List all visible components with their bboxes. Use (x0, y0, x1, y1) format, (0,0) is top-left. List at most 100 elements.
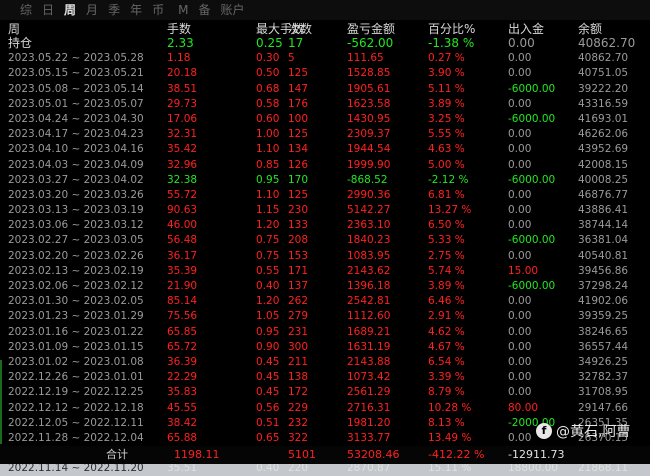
cell-balance: 40008.25 (578, 173, 629, 186)
cell-count: 229 (288, 401, 309, 414)
table-row[interactable]: 2023.05.22 ~ 2023.05.28 1.18 0.30 5 111.65 0.… (0, 51, 650, 66)
tab-1[interactable]: 日 (37, 0, 59, 20)
cell-pnl: 1623.58 (347, 97, 391, 110)
table-row[interactable]: 2023.05.01 ~ 2023.05.07 29.73 0.58 176 1623.… (0, 97, 650, 112)
cell-pnl: 1999.90 (347, 158, 391, 171)
cell-balance: 38246.65 (578, 325, 629, 338)
cell-pnl: 1840.23 (347, 234, 391, 247)
table-row[interactable]: 2023.03.06 ~ 2023.03.12 46.00 1.20 133 2363.… (0, 218, 650, 233)
table-row[interactable]: 2023.02.27 ~ 2023.03.05 56.48 0.75 208 1840.… (0, 233, 650, 248)
cell-week: 2023.02.13 ~ 2023.02.19 (8, 264, 144, 277)
tab-2[interactable]: 周 (59, 0, 81, 20)
cell-pct: 13.27 % (428, 204, 472, 217)
cell-week: 2023.04.17 ~ 2023.04.23 (8, 128, 144, 141)
cell-flow: 0.00 (508, 340, 532, 353)
table-row[interactable]: 2023.02.13 ~ 2023.02.19 35.39 0.55 171 2143.… (0, 264, 650, 279)
table-row[interactable]: 2023.02.06 ~ 2023.02.12 21.90 0.40 137 1396.… (0, 279, 650, 294)
table-row[interactable]: 2023.03.27 ~ 2023.04.02 32.38 0.95 170 -868.… (0, 173, 650, 188)
cell-flow: 0.00 (508, 128, 532, 141)
cell-flow: -6000.00 (508, 173, 556, 186)
cell-lots: 32.38 (167, 173, 198, 186)
cell-pct: 4.67 % (428, 340, 465, 353)
column-header-3[interactable]: 次数 (288, 22, 312, 36)
table-row[interactable]: 2023.01.23 ~ 2023.01.29 75.56 1.05 279 1112.… (0, 309, 650, 324)
cell-week: 2023.02.27 ~ 2023.03.05 (8, 234, 144, 247)
cell-lots: 38.42 (167, 416, 198, 429)
cell-lots: 65.72 (167, 340, 198, 353)
cell-count: 322 (288, 431, 309, 444)
tab-0[interactable]: 综 (0, 0, 37, 20)
summary-pct: -1.38 % (428, 36, 475, 50)
tab-7[interactable]: M (173, 0, 193, 20)
table-row[interactable]: 2023.01.16 ~ 2023.01.22 65.85 0.95 231 1689.… (0, 325, 650, 340)
table-row[interactable]: 2023.01.02 ~ 2023.01.08 36.39 0.45 211 2143.… (0, 355, 650, 370)
tab-3[interactable]: 月 (81, 0, 103, 20)
tab-6[interactable]: 币 (147, 0, 173, 20)
cell-week: 2022.12.12 ~ 2022.12.18 (8, 401, 144, 414)
cell-pnl: 1631.19 (347, 340, 391, 353)
table-row[interactable]: 2023.03.13 ~ 2023.03.19 90.63 1.15 230 5142.… (0, 203, 650, 218)
table-row[interactable]: 2022.12.12 ~ 2022.12.18 45.55 0.56 229 2716.… (0, 401, 650, 416)
tab-8[interactable]: 备 (193, 0, 215, 20)
column-header-6[interactable]: 出入金 (508, 22, 544, 36)
cell-max-lots: 1.20 (256, 295, 280, 308)
cell-week: 2023.01.02 ~ 2023.01.08 (8, 355, 144, 368)
cell-max-lots: 1.10 (256, 188, 280, 201)
table-row[interactable]: 2023.02.20 ~ 2023.02.26 36.17 0.75 153 1083.… (0, 249, 650, 264)
column-header-4[interactable]: 盈亏金额 (347, 22, 395, 36)
position-summary-row[interactable]: 持仓 2.33 0.25 17 -562.00 -1.38 % 0.00 408… (0, 36, 650, 51)
cell-max-lots: 1.10 (256, 143, 280, 156)
table-row[interactable]: 2023.04.24 ~ 2023.04.30 17.06 0.60 100 1430.… (0, 112, 650, 127)
cell-pct: 3.39 % (428, 371, 465, 384)
totals-pnl: 53208.46 (347, 448, 400, 461)
tab-9[interactable]: 账户 (215, 0, 249, 20)
cell-lots: 36.39 (167, 355, 198, 368)
cell-count: 172 (288, 386, 309, 399)
cell-week: 2023.05.22 ~ 2023.05.28 (8, 52, 144, 65)
cell-lots: 20.18 (167, 67, 198, 80)
cell-pnl: 1112.60 (347, 310, 391, 323)
cell-count: 230 (288, 204, 309, 217)
column-header-1[interactable]: 手数 (167, 22, 191, 36)
cell-lots: 85.14 (167, 295, 198, 308)
table-row[interactable]: 2022.12.26 ~ 2023.01.01 22.29 0.45 138 1073.… (0, 370, 650, 385)
cell-balance: 43316.59 (578, 97, 629, 110)
cell-week: 2023.05.01 ~ 2023.05.07 (8, 97, 144, 110)
table-row[interactable]: 2023.01.09 ~ 2023.01.15 65.72 0.90 300 1631.… (0, 340, 650, 355)
table-row[interactable]: 2022.12.19 ~ 2022.12.25 35.83 0.45 172 2561.… (0, 385, 650, 400)
cell-count: 147 (288, 82, 309, 95)
cell-balance: 40751.05 (578, 67, 629, 80)
cell-flow: 0.00 (508, 310, 532, 323)
table-row[interactable]: 2023.04.17 ~ 2023.04.23 32.31 1.00 125 2309.… (0, 127, 650, 142)
cell-balance: 29147.66 (578, 401, 629, 414)
table-row[interactable]: 2023.04.10 ~ 2023.04.16 35.42 1.10 134 1944.… (0, 142, 650, 157)
cell-max-lots: 0.85 (256, 158, 280, 171)
cell-max-lots: 0.95 (256, 173, 280, 186)
cell-flow: -6000.00 (508, 280, 556, 292)
tab-5[interactable]: 年 (125, 0, 147, 20)
cell-max-lots: 1.00 (256, 128, 280, 141)
cell-week: 2023.04.24 ~ 2023.04.30 (8, 112, 144, 125)
cell-count: 133 (288, 219, 309, 232)
table-row[interactable]: 2023.05.08 ~ 2023.05.14 38.51 0.68 147 1905.… (0, 82, 650, 97)
cell-lots: 1.18 (167, 52, 191, 65)
column-header-0[interactable]: 周 (8, 22, 20, 36)
column-header-5[interactable]: 百分比% (428, 22, 475, 36)
week-rows: 2023.05.22 ~ 2023.05.28 1.18 0.30 5 111.65 0.… (0, 51, 650, 476)
cell-flow: 0.00 (508, 143, 532, 156)
table-row[interactable]: 2023.04.03 ~ 2023.04.09 32.96 0.85 126 1999.… (0, 158, 650, 173)
tab-4[interactable]: 季 (103, 0, 125, 20)
cell-count: 125 (288, 188, 309, 201)
cell-flow: 80.00 (508, 401, 539, 414)
cell-flow: 0.00 (508, 158, 532, 171)
cell-balance: 43886.41 (578, 204, 629, 217)
cell-max-lots: 1.15 (256, 204, 280, 217)
table-row[interactable]: 2023.05.15 ~ 2023.05.21 20.18 0.50 125 1528.… (0, 66, 650, 81)
cell-count: 208 (288, 234, 309, 247)
table-row[interactable]: 2023.03.20 ~ 2023.03.26 55.72 1.10 125 2990.… (0, 188, 650, 203)
cell-count: 211 (288, 355, 309, 368)
table-row[interactable]: 2023.01.30 ~ 2023.02.05 85.14 1.20 262 2542.… (0, 294, 650, 309)
cell-lots: 32.96 (167, 158, 198, 171)
column-header-7[interactable]: 余额 (578, 22, 602, 36)
cell-lots: 45.55 (167, 401, 198, 414)
